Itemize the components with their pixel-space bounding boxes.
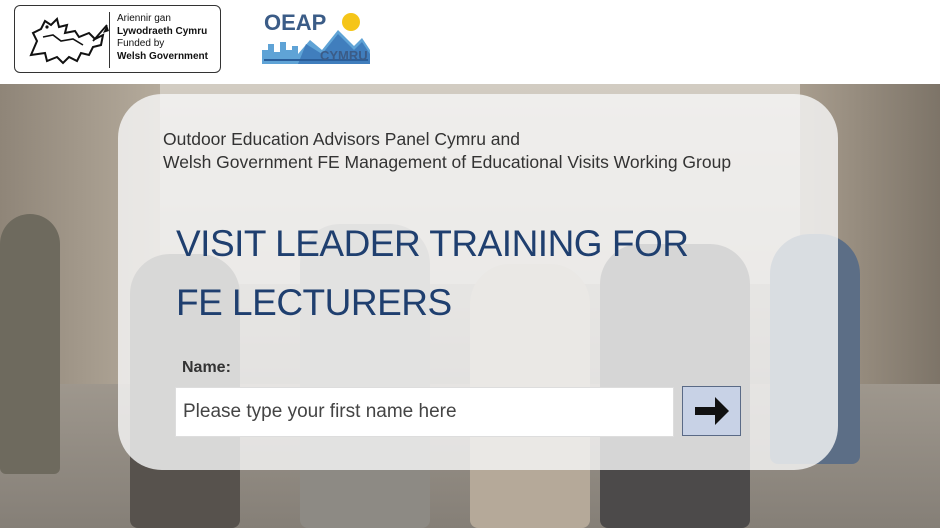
organisation-subtitle: Outdoor Education Advisors Panel Cymru a… [163, 128, 731, 174]
title-line-2: FE LECTURERS [176, 282, 452, 323]
page-title: VISIT LEADER TRAINING FOR FE LECTURERS [176, 214, 689, 332]
oeap-subtitle: CYMRU [320, 48, 368, 63]
arrow-right-icon [695, 397, 729, 425]
title-line-1: VISIT LEADER TRAINING FOR [176, 223, 689, 264]
oeap-cymru-logo: OEAP CYMRU [262, 10, 370, 66]
wg-line-3: Funded by [117, 38, 165, 49]
welsh-government-logo: Ariennir gan Lywodraeth Cymru Funded by … [14, 5, 221, 73]
subtitle-line-1: Outdoor Education Advisors Panel Cymru a… [163, 129, 520, 149]
wg-line-1: Ariennir gan [117, 13, 171, 24]
wg-line-2: Lywodraeth Cymru [117, 25, 208, 37]
background-person [0, 214, 60, 474]
subtitle-line-2: Welsh Government FE Management of Educat… [163, 152, 732, 172]
logo-divider [109, 12, 110, 68]
welsh-dragon-icon [29, 17, 109, 65]
header: Ariennir gan Lywodraeth Cymru Funded by … [0, 0, 940, 84]
name-label: Name: [182, 359, 231, 376]
name-input[interactable] [175, 387, 674, 437]
wg-line-4: Welsh Government [117, 50, 208, 62]
welsh-government-text: Ariennir gan Lywodraeth Cymru Funded by … [117, 13, 208, 63]
sun-icon [342, 13, 360, 31]
oeap-title: OEAP [264, 10, 327, 35]
submit-button[interactable] [682, 386, 741, 436]
